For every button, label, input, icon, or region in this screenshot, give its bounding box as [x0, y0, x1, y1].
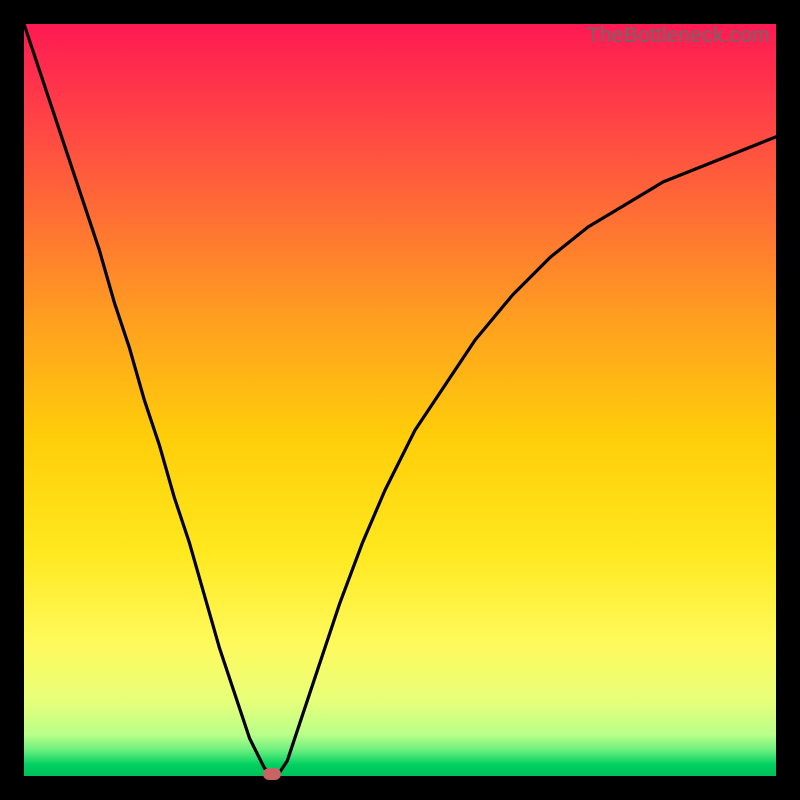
watermark-text: TheBottleneck.com	[587, 24, 770, 48]
minimum-marker	[263, 768, 281, 780]
gradient-background	[24, 24, 776, 776]
chart-frame: TheBottleneck.com	[24, 24, 776, 776]
bottleneck-chart	[24, 24, 776, 776]
